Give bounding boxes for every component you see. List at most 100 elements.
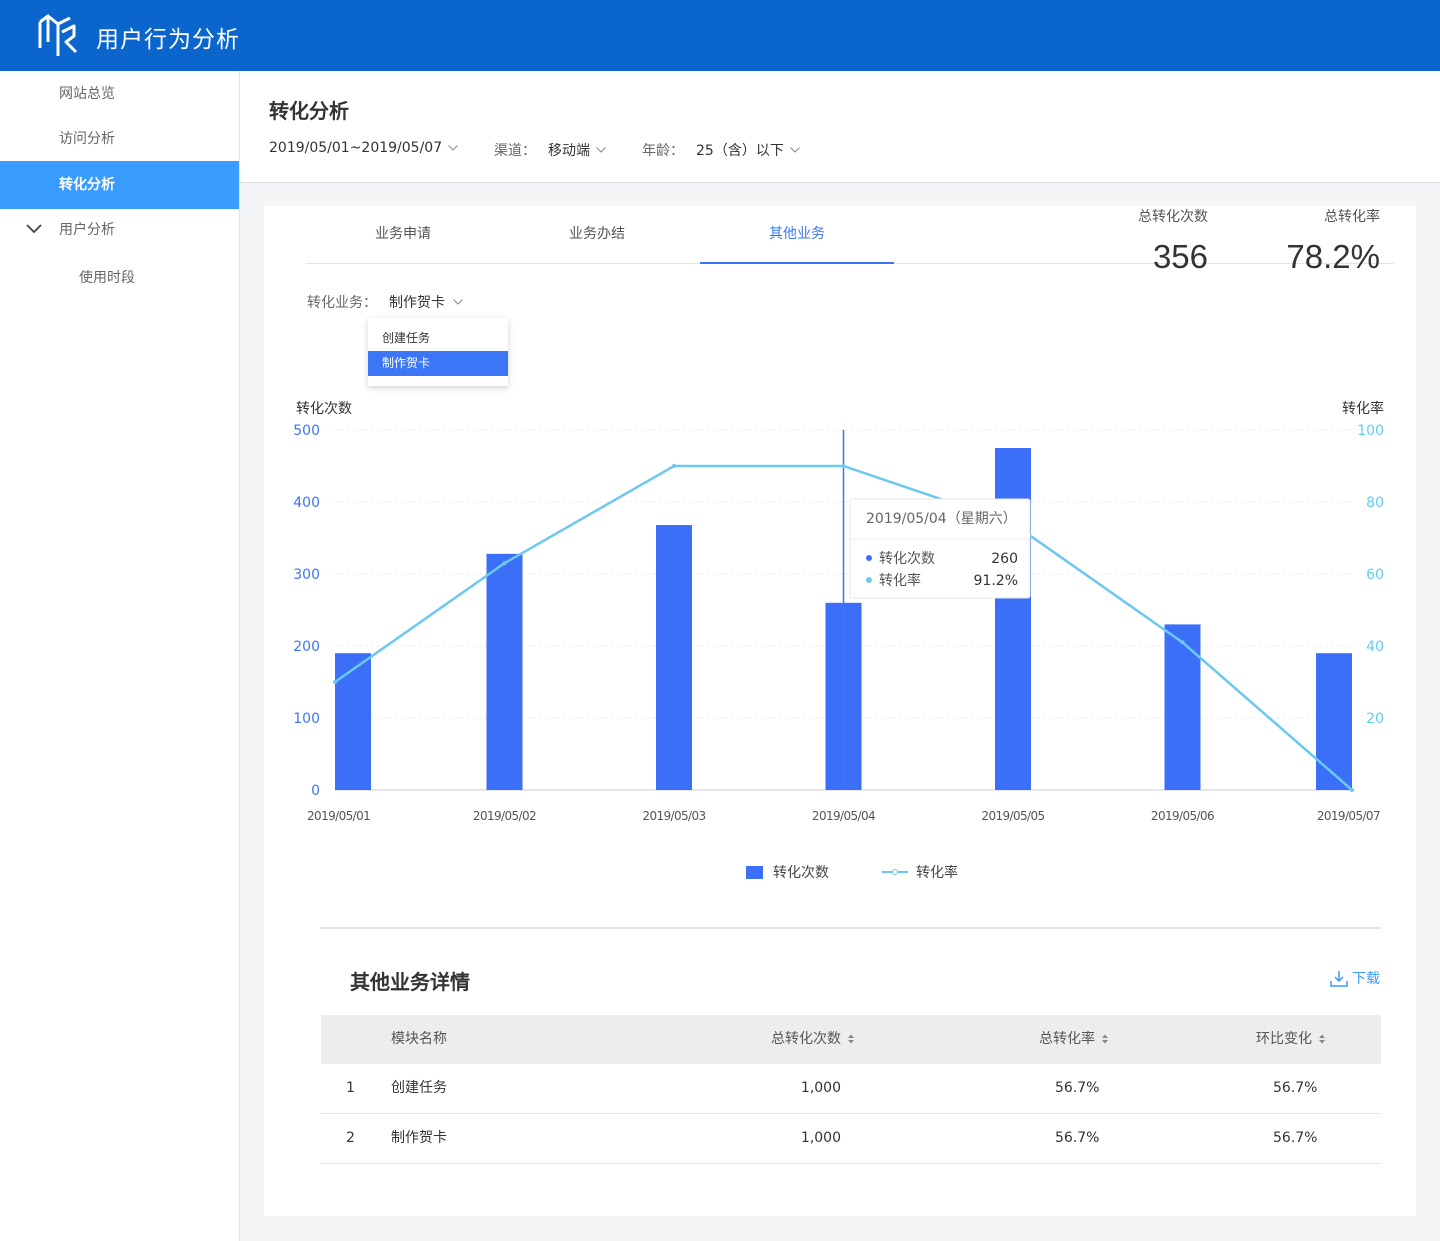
download-label: 下载 xyxy=(1352,971,1380,987)
legend-item-rate[interactable]: 转化率 xyxy=(882,862,958,882)
legend-bar-swatch xyxy=(746,865,763,879)
y-tick-label: 200 xyxy=(293,639,320,655)
bar xyxy=(486,553,523,790)
business-select-value: 制作贺卡 xyxy=(389,295,445,311)
stat-total-rate: 总转化率 78.2% xyxy=(1264,206,1380,276)
sidebar-item-overview[interactable]: 网站总览 xyxy=(0,71,239,117)
stat-label: 总转化次数 xyxy=(1138,209,1208,225)
detail-table: 模块名称 总转化次数 总转化率 环比变化 1 创建任务 1,000 56.7% … xyxy=(321,1015,1381,1164)
tooltip-value: 260 xyxy=(991,551,1018,567)
line-point xyxy=(1350,788,1354,792)
dropdown-option-make-card[interactable]: 制作贺卡 xyxy=(368,351,508,376)
y-axis-title: 转化次数 xyxy=(296,401,352,417)
tooltip-value: 91.2% xyxy=(974,573,1018,589)
y-tick-label: 0 xyxy=(311,783,320,799)
stat-total-count: 总转化次数 356 xyxy=(1114,206,1208,276)
page-title: 转化分析 xyxy=(269,99,349,123)
bar xyxy=(656,525,692,790)
bar xyxy=(1164,624,1201,790)
table-row[interactable]: 2 制作贺卡 1,000 56.7% 56.7% xyxy=(321,1114,1381,1164)
tooltip-dot xyxy=(866,555,872,561)
legend-label: 转化率 xyxy=(916,865,958,881)
y-tick-label: 300 xyxy=(293,567,320,583)
channel-label: 渠道： xyxy=(494,143,536,159)
business-select[interactable]: 转化业务： 制作贺卡 xyxy=(307,292,463,312)
logo-icon xyxy=(38,14,78,56)
x-tick-label: 2019/05/06 xyxy=(1151,809,1214,823)
tooltip-label: 转化率 xyxy=(879,572,921,589)
y-tick-label: 500 xyxy=(293,423,320,439)
channel-value: 移动端 xyxy=(548,143,590,159)
y-tick-label: 100 xyxy=(293,711,320,727)
column-header-count[interactable]: 总转化次数 xyxy=(771,1015,855,1064)
row-name: 创建任务 xyxy=(391,1080,447,1096)
bar xyxy=(335,653,371,790)
y-right-tick-label: 100 xyxy=(1357,423,1384,439)
age-label: 年龄： xyxy=(642,143,684,159)
top-header: 用户行为分析 xyxy=(0,0,1440,71)
main-card: 业务申请 业务办结 其他业务 转化业务： 制作贺卡 创建任务 制作贺卡 总转化次… xyxy=(264,206,1416,1216)
y-right-tick-label: 80 xyxy=(1366,495,1384,511)
x-tick-label: 2019/05/01 xyxy=(307,809,370,823)
sidebar-item-conversion-analysis[interactable]: 转化分析 xyxy=(0,161,239,209)
tab-business-complete[interactable]: 业务办结 xyxy=(500,206,694,264)
date-range-value: 2019/05/01~2019/05/07 xyxy=(269,140,443,156)
row-change: 56.7% xyxy=(1273,1080,1318,1096)
chevron-down-icon xyxy=(453,299,463,305)
line-point xyxy=(502,561,507,566)
age-value: 25（含）以下 xyxy=(696,143,784,159)
bar xyxy=(1316,653,1352,790)
legend-label: 转化次数 xyxy=(773,865,829,881)
row-count: 1,000 xyxy=(800,1130,841,1146)
age-filter[interactable]: 年龄： 25（含）以下 xyxy=(642,140,800,160)
column-header-label: 总转化次数 xyxy=(771,1031,841,1047)
row-count: 1,000 xyxy=(800,1080,841,1096)
business-dropdown: 创建任务 制作贺卡 xyxy=(368,318,508,386)
dropdown-option-create-task[interactable]: 创建任务 xyxy=(368,326,508,351)
column-header-rate[interactable]: 总转化率 xyxy=(1039,1015,1109,1064)
channel-filter[interactable]: 渠道： 移动端 xyxy=(494,140,606,160)
stat-value: 356 xyxy=(1152,238,1208,275)
column-header-change[interactable]: 环比变化 xyxy=(1256,1015,1326,1064)
chevron-down-icon xyxy=(448,145,458,151)
line-point xyxy=(1180,640,1185,645)
sort-icon xyxy=(1102,1034,1108,1044)
tab-bar: 业务申请 业务办结 其他业务 xyxy=(306,206,1394,264)
page-header: 转化分析 2019/05/01~2019/05/07 渠道： 移动端 年龄： 2… xyxy=(240,71,1440,183)
row-name: 制作贺卡 xyxy=(391,1130,447,1146)
stat-label: 总转化率 xyxy=(1324,209,1380,225)
chevron-down-icon xyxy=(596,147,606,153)
legend-item-count[interactable]: 转化次数 xyxy=(746,862,829,882)
sidebar-item-label: 访问分析 xyxy=(59,131,115,147)
section-divider xyxy=(320,927,1381,929)
sidebar-item-usage-time[interactable]: 使用时段 xyxy=(0,255,239,301)
detail-title: 其他业务详情 xyxy=(350,970,470,994)
line-point xyxy=(333,680,337,684)
x-tick-label: 2019/05/02 xyxy=(473,809,536,823)
row-rate: 56.7% xyxy=(1055,1130,1100,1146)
tab-business-apply[interactable]: 业务申请 xyxy=(306,206,500,264)
sidebar-item-label: 网站总览 xyxy=(59,86,115,102)
x-tick-label: 2019/05/04 xyxy=(812,809,875,823)
column-header-label: 总转化率 xyxy=(1039,1031,1095,1047)
column-header-label: 环比变化 xyxy=(1256,1031,1312,1047)
tooltip-label: 转化次数 xyxy=(879,551,935,567)
row-rate: 56.7% xyxy=(1055,1080,1100,1096)
table-row[interactable]: 1 创建任务 1,000 56.7% 56.7% xyxy=(321,1064,1381,1114)
download-button[interactable]: 下载 xyxy=(1330,968,1380,988)
sidebar-item-user-analysis[interactable]: 用户分析 xyxy=(0,207,239,253)
line-point xyxy=(841,464,846,468)
sidebar-item-visit-analysis[interactable]: 访问分析 xyxy=(0,116,239,162)
y-right-axis-title: 转化率 xyxy=(1342,400,1384,417)
sidebar-item-label: 转化分析 xyxy=(59,177,115,193)
business-select-label: 转化业务： xyxy=(307,295,377,311)
date-range-filter[interactable]: 2019/05/01~2019/05/07 xyxy=(269,140,458,156)
y-right-tick-label: 40 xyxy=(1366,639,1384,655)
tab-other-business[interactable]: 其他业务 xyxy=(700,206,894,264)
x-tick-label: 2019/05/05 xyxy=(981,809,1044,823)
tooltip-title: 2019/05/04（星期六） xyxy=(866,511,1017,527)
row-index: 2 xyxy=(346,1130,355,1146)
x-tick-label: 2019/05/03 xyxy=(642,809,705,823)
legend-line-swatch xyxy=(882,869,908,875)
sort-icon xyxy=(1319,1034,1325,1044)
